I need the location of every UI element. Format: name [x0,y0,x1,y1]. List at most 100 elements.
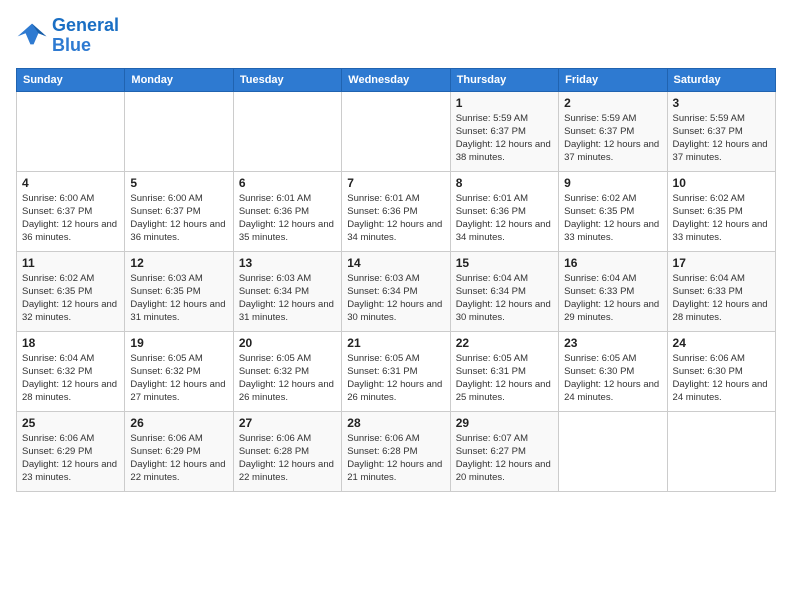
calendar-cell [233,91,341,171]
day-number: 10 [673,176,770,190]
dow-header-wednesday: Wednesday [342,68,450,91]
calendar-cell: 25Sunrise: 6:06 AM Sunset: 6:29 PM Dayli… [17,411,125,491]
day-detail: Sunrise: 5:59 AM Sunset: 6:37 PM Dayligh… [673,112,770,165]
day-number: 7 [347,176,444,190]
calendar-cell: 6 Sunrise: 6:01 AM Sunset: 6:36 PM Daylig… [233,171,341,251]
calendar-cell: 13Sunrise: 6:03 AM Sunset: 6:34 PM Dayli… [233,251,341,331]
day-detail: Sunrise: 6:04 AM Sunset: 6:34 PM Dayligh… [456,272,553,325]
day-number: 18 [22,336,119,350]
logo-bird-icon [16,22,48,50]
day-detail: Sunrise: 6:03 AM Sunset: 6:35 PM Dayligh… [130,272,227,325]
dow-header-sunday: Sunday [17,68,125,91]
day-detail: Sunrise: 6:01 AM Sunset: 6:36 PM Dayligh… [239,192,336,245]
calendar-cell: 19 Sunrise: 6:05 AM Sunset: 6:32 PM Dayli… [125,331,233,411]
day-number: 2 [564,96,661,110]
calendar-cell: 7Sunrise: 6:01 AM Sunset: 6:36 PM Daylig… [342,171,450,251]
day-number: 5 [130,176,227,190]
day-number: 6 [239,176,336,190]
calendar-cell [125,91,233,171]
day-detail: Sunrise: 6:05 AM Sunset: 6:32 PM Dayligh… [130,352,227,405]
calendar-table: SundayMondayTuesdayWednesdayThursdayFrid… [16,68,776,492]
day-number: 25 [22,416,119,430]
calendar-cell: 5 Sunrise: 6:00 AM Sunset: 6:37 PM Daylig… [125,171,233,251]
day-detail: Sunrise: 6:06 AM Sunset: 6:28 PM Dayligh… [239,432,336,485]
day-detail: Sunrise: 6:00 AM Sunset: 6:37 PM Dayligh… [22,192,119,245]
calendar-cell: 22Sunrise: 6:05 AM Sunset: 6:31 PM Dayli… [450,331,558,411]
day-detail: Sunrise: 6:05 AM Sunset: 6:32 PM Dayligh… [239,352,336,405]
day-number: 16 [564,256,661,270]
day-detail: Sunrise: 6:04 AM Sunset: 6:33 PM Dayligh… [564,272,661,325]
calendar-cell: 4 Sunrise: 6:00 AM Sunset: 6:37 PM Daylig… [17,171,125,251]
day-number: 22 [456,336,553,350]
day-number: 29 [456,416,553,430]
day-detail: Sunrise: 6:04 AM Sunset: 6:33 PM Dayligh… [673,272,770,325]
calendar-cell: 8 Sunrise: 6:01 AM Sunset: 6:36 PM Daylig… [450,171,558,251]
calendar-cell [17,91,125,171]
day-number: 19 [130,336,227,350]
dow-header-monday: Monday [125,68,233,91]
day-number: 3 [673,96,770,110]
calendar-cell: 27 Sunrise: 6:06 AM Sunset: 6:28 PM Dayli… [233,411,341,491]
day-detail: Sunrise: 6:02 AM Sunset: 6:35 PM Dayligh… [673,192,770,245]
day-detail: Sunrise: 5:59 AM Sunset: 6:37 PM Dayligh… [456,112,553,165]
day-number: 11 [22,256,119,270]
day-number: 17 [673,256,770,270]
logo: General Blue [16,16,119,56]
calendar-cell: 28 Sunrise: 6:06 AM Sunset: 6:28 PM Dayli… [342,411,450,491]
day-detail: Sunrise: 6:01 AM Sunset: 6:36 PM Dayligh… [456,192,553,245]
day-detail: Sunrise: 5:59 AM Sunset: 6:37 PM Dayligh… [564,112,661,165]
calendar-cell: 12Sunrise: 6:03 AM Sunset: 6:35 PM Dayli… [125,251,233,331]
calendar-cell [667,411,775,491]
logo-text-general: General [52,16,119,36]
calendar-cell: 29 Sunrise: 6:07 AM Sunset: 6:27 PM Dayli… [450,411,558,491]
day-number: 26 [130,416,227,430]
calendar-cell [342,91,450,171]
day-number: 4 [22,176,119,190]
day-number: 15 [456,256,553,270]
day-number: 8 [456,176,553,190]
day-detail: Sunrise: 6:07 AM Sunset: 6:27 PM Dayligh… [456,432,553,485]
calendar-cell: 17 Sunrise: 6:04 AM Sunset: 6:33 PM Dayli… [667,251,775,331]
dow-header-tuesday: Tuesday [233,68,341,91]
day-detail: Sunrise: 6:06 AM Sunset: 6:30 PM Dayligh… [673,352,770,405]
day-number: 20 [239,336,336,350]
calendar-cell: 20 Sunrise: 6:05 AM Sunset: 6:32 PM Dayli… [233,331,341,411]
day-number: 21 [347,336,444,350]
day-detail: Sunrise: 6:02 AM Sunset: 6:35 PM Dayligh… [22,272,119,325]
day-number: 1 [456,96,553,110]
dow-header-saturday: Saturday [667,68,775,91]
dow-header-thursday: Thursday [450,68,558,91]
day-detail: Sunrise: 6:06 AM Sunset: 6:28 PM Dayligh… [347,432,444,485]
day-number: 14 [347,256,444,270]
calendar-cell: 23 Sunrise: 6:05 AM Sunset: 6:30 PM Dayli… [559,331,667,411]
day-detail: Sunrise: 6:00 AM Sunset: 6:37 PM Dayligh… [130,192,227,245]
day-number: 13 [239,256,336,270]
day-detail: Sunrise: 6:06 AM Sunset: 6:29 PM Dayligh… [130,432,227,485]
calendar-cell: 1 Sunrise: 5:59 AM Sunset: 6:37 PM Daylig… [450,91,558,171]
day-detail: Sunrise: 6:03 AM Sunset: 6:34 PM Dayligh… [347,272,444,325]
day-detail: Sunrise: 6:05 AM Sunset: 6:30 PM Dayligh… [564,352,661,405]
day-number: 27 [239,416,336,430]
calendar-cell [559,411,667,491]
day-number: 23 [564,336,661,350]
day-detail: Sunrise: 6:02 AM Sunset: 6:35 PM Dayligh… [564,192,661,245]
calendar-cell: 9 Sunrise: 6:02 AM Sunset: 6:35 PM Daylig… [559,171,667,251]
calendar-cell: 24 Sunrise: 6:06 AM Sunset: 6:30 PM Dayli… [667,331,775,411]
calendar-cell: 18 Sunrise: 6:04 AM Sunset: 6:32 PM Dayli… [17,331,125,411]
day-detail: Sunrise: 6:04 AM Sunset: 6:32 PM Dayligh… [22,352,119,405]
dow-header-friday: Friday [559,68,667,91]
page-header: General Blue [16,16,776,56]
calendar-cell: 11 Sunrise: 6:02 AM Sunset: 6:35 PM Dayli… [17,251,125,331]
calendar-cell: 15 Sunrise: 6:04 AM Sunset: 6:34 PM Dayli… [450,251,558,331]
calendar-cell: 2 Sunrise: 5:59 AM Sunset: 6:37 PM Daylig… [559,91,667,171]
calendar-cell: 10 Sunrise: 6:02 AM Sunset: 6:35 PM Dayli… [667,171,775,251]
calendar-cell: 16 Sunrise: 6:04 AM Sunset: 6:33 PM Dayli… [559,251,667,331]
calendar-cell: 14 Sunrise: 6:03 AM Sunset: 6:34 PM Dayli… [342,251,450,331]
logo-text-blue: Blue [52,36,119,56]
day-number: 24 [673,336,770,350]
calendar-cell: 26 Sunrise: 6:06 AM Sunset: 6:29 PM Dayli… [125,411,233,491]
calendar-cell: 3 Sunrise: 5:59 AM Sunset: 6:37 PM Daylig… [667,91,775,171]
day-number: 28 [347,416,444,430]
day-number: 9 [564,176,661,190]
calendar-cell: 21Sunrise: 6:05 AM Sunset: 6:31 PM Dayli… [342,331,450,411]
